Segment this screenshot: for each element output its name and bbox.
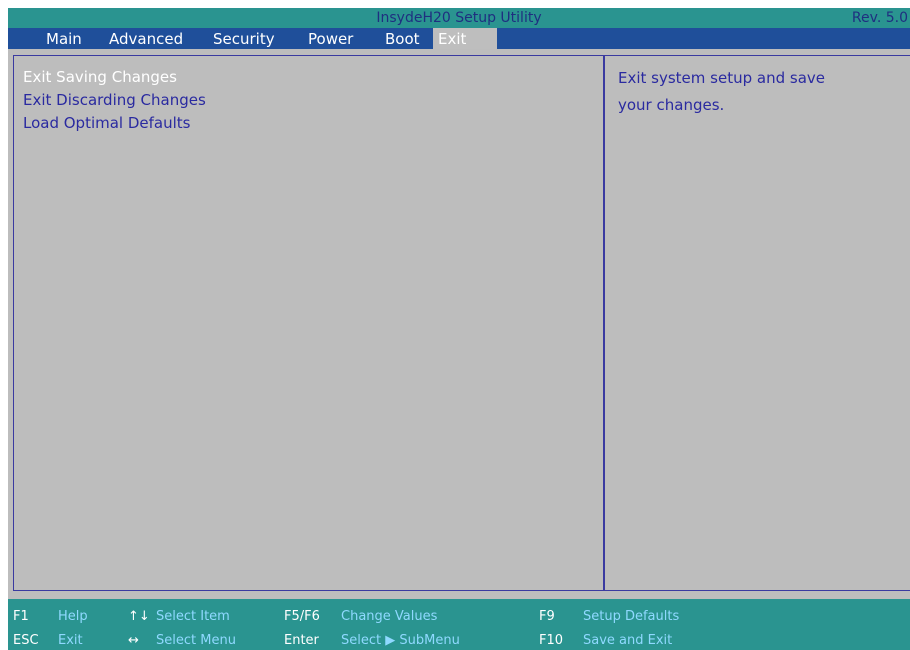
tab-exit[interactable]: Exit (433, 28, 497, 49)
exit-saving-changes-option[interactable]: Exit Saving Changes (23, 68, 177, 86)
select-menu-desc: Select Menu (156, 633, 236, 648)
tab-security[interactable]: Security (213, 28, 275, 49)
esc-exit-desc: Exit (58, 633, 83, 648)
enter-key: Enter (284, 633, 319, 648)
f1-help-desc: Help (58, 609, 88, 624)
exit-options-panel: Exit Saving Changes Exit Discarding Chan… (13, 55, 604, 591)
tab-boot[interactable]: Boot (385, 28, 420, 49)
title-bar: InsydeH20 Setup Utility Rev. 5.0 (8, 8, 910, 28)
setup-main-area: Exit Saving Changes Exit Discarding Chan… (8, 49, 910, 599)
tab-power[interactable]: Power (308, 28, 353, 49)
help-text-line-1: Exit system setup and save (618, 69, 825, 87)
change-values-desc: Change Values (341, 609, 438, 624)
key-help-footer: F1 Help ↑↓ Select Item F5/F6 Change Valu… (8, 599, 910, 650)
left-right-arrow-icon: ↔ (128, 633, 139, 648)
tab-main[interactable]: Main (46, 28, 82, 49)
select-item-desc: Select Item (156, 609, 230, 624)
app-title: InsydeH20 Setup Utility (376, 10, 542, 26)
help-text-line-2: your changes. (618, 96, 725, 114)
setup-defaults-desc: Setup Defaults (583, 609, 680, 624)
esc-key: ESC (13, 633, 39, 648)
f10-key: F10 (539, 633, 564, 648)
save-and-exit-desc: Save and Exit (583, 633, 673, 648)
select-submenu-desc: Select ▶ SubMenu (341, 633, 460, 648)
exit-discarding-changes-option[interactable]: Exit Discarding Changes (23, 91, 206, 109)
tab-advanced[interactable]: Advanced (109, 28, 183, 49)
f5-f6-key: F5/F6 (284, 609, 320, 624)
revision-label: Rev. 5.0 (851, 10, 908, 26)
up-down-arrow-icon: ↑↓ (128, 609, 150, 624)
f1-key: F1 (13, 609, 29, 624)
load-optimal-defaults-option[interactable]: Load Optimal Defaults (23, 114, 191, 132)
menu-bar: Main Advanced Security Power Boot Exit (8, 28, 910, 49)
help-panel: Exit system setup and save your changes. (604, 55, 910, 591)
f9-key: F9 (539, 609, 555, 624)
